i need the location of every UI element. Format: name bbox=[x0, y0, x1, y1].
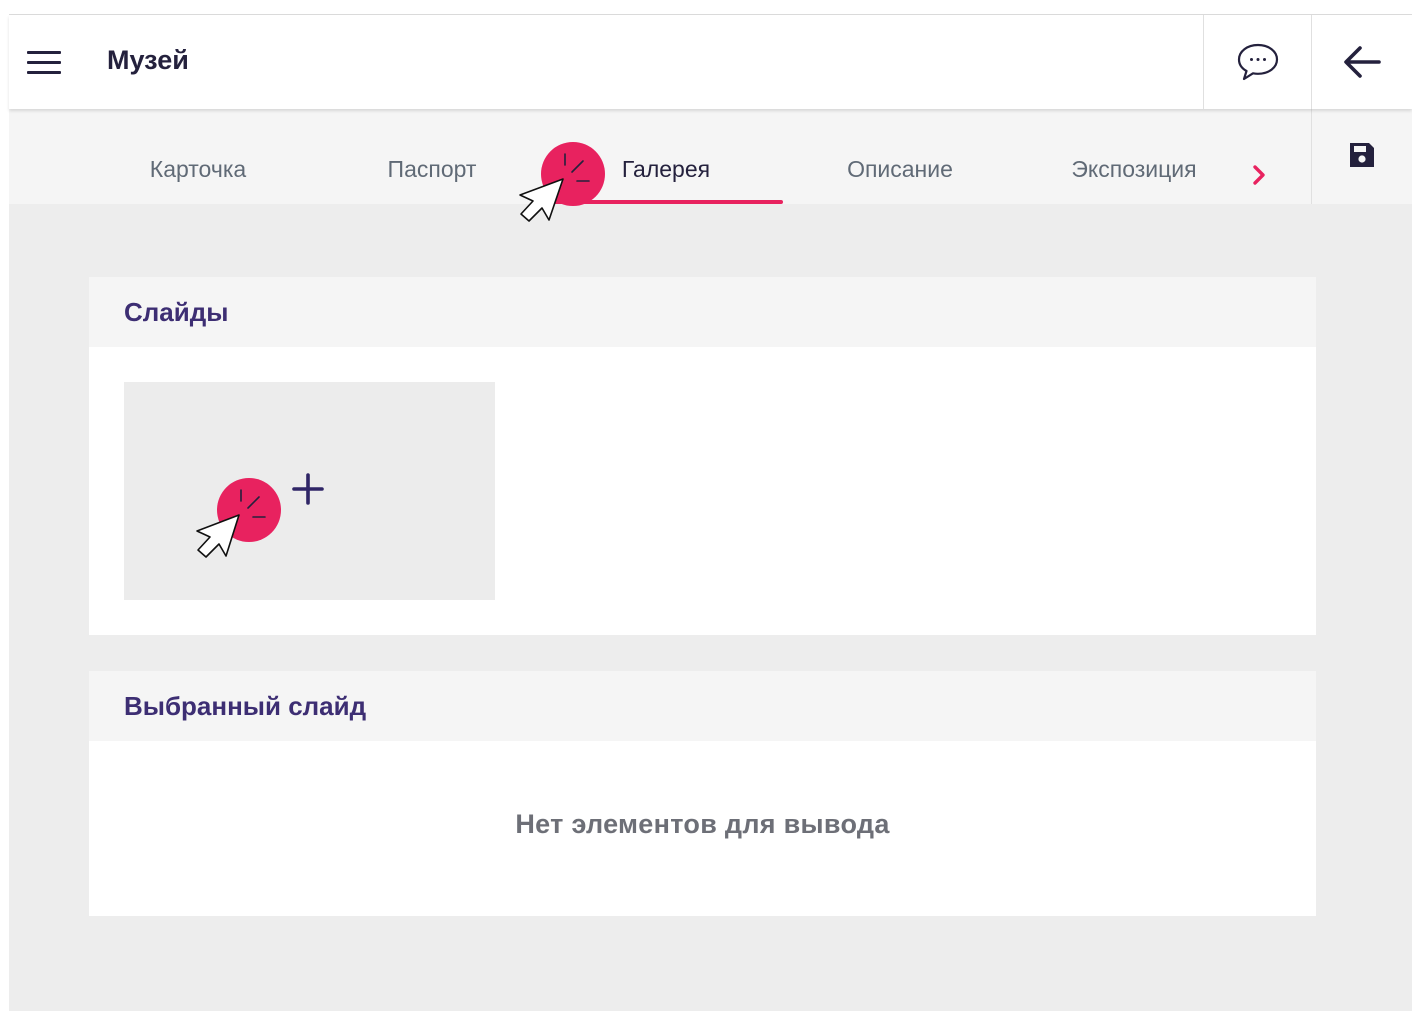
arrow-left-icon bbox=[1344, 46, 1381, 78]
plus-icon bbox=[292, 473, 324, 505]
slides-panel: Слайды bbox=[89, 277, 1316, 635]
add-slide-button[interactable] bbox=[124, 382, 495, 600]
tab-description[interactable]: Описание bbox=[783, 109, 1017, 204]
click-indicator-icon bbox=[196, 478, 281, 558]
tabs-scroll-next-button[interactable] bbox=[1239, 155, 1279, 195]
comments-button[interactable] bbox=[1204, 15, 1311, 109]
slides-panel-title: Слайды bbox=[89, 277, 1316, 347]
tab-bar: Карточка Паспорт Галерея Описание Экспоз… bbox=[9, 109, 1311, 204]
speech-bubble-icon bbox=[1237, 43, 1278, 81]
app-frame: Музей Карточка Паспорт Галерея Описание … bbox=[9, 14, 1412, 1011]
chevron-right-icon bbox=[1253, 165, 1265, 185]
selected-slide-panel: Выбранный слайд Нет элементов для вывода bbox=[89, 671, 1316, 916]
tab-card[interactable]: Карточка bbox=[81, 109, 315, 204]
floppy-disk-icon bbox=[1349, 143, 1374, 167]
back-button[interactable] bbox=[1312, 15, 1412, 109]
empty-state-text: Нет элементов для вывода bbox=[515, 809, 890, 839]
hamburger-menu-icon[interactable] bbox=[27, 51, 61, 75]
tab-passport[interactable]: Паспорт bbox=[315, 109, 549, 204]
top-app-bar: Музей bbox=[9, 15, 1412, 109]
page-title: Музей bbox=[107, 45, 189, 75]
save-button[interactable] bbox=[1311, 109, 1412, 204]
click-indicator-icon bbox=[519, 142, 605, 222]
tab-exposition[interactable]: Экспозиция bbox=[1017, 109, 1251, 204]
selected-slide-panel-title: Выбранный слайд bbox=[89, 671, 1316, 741]
